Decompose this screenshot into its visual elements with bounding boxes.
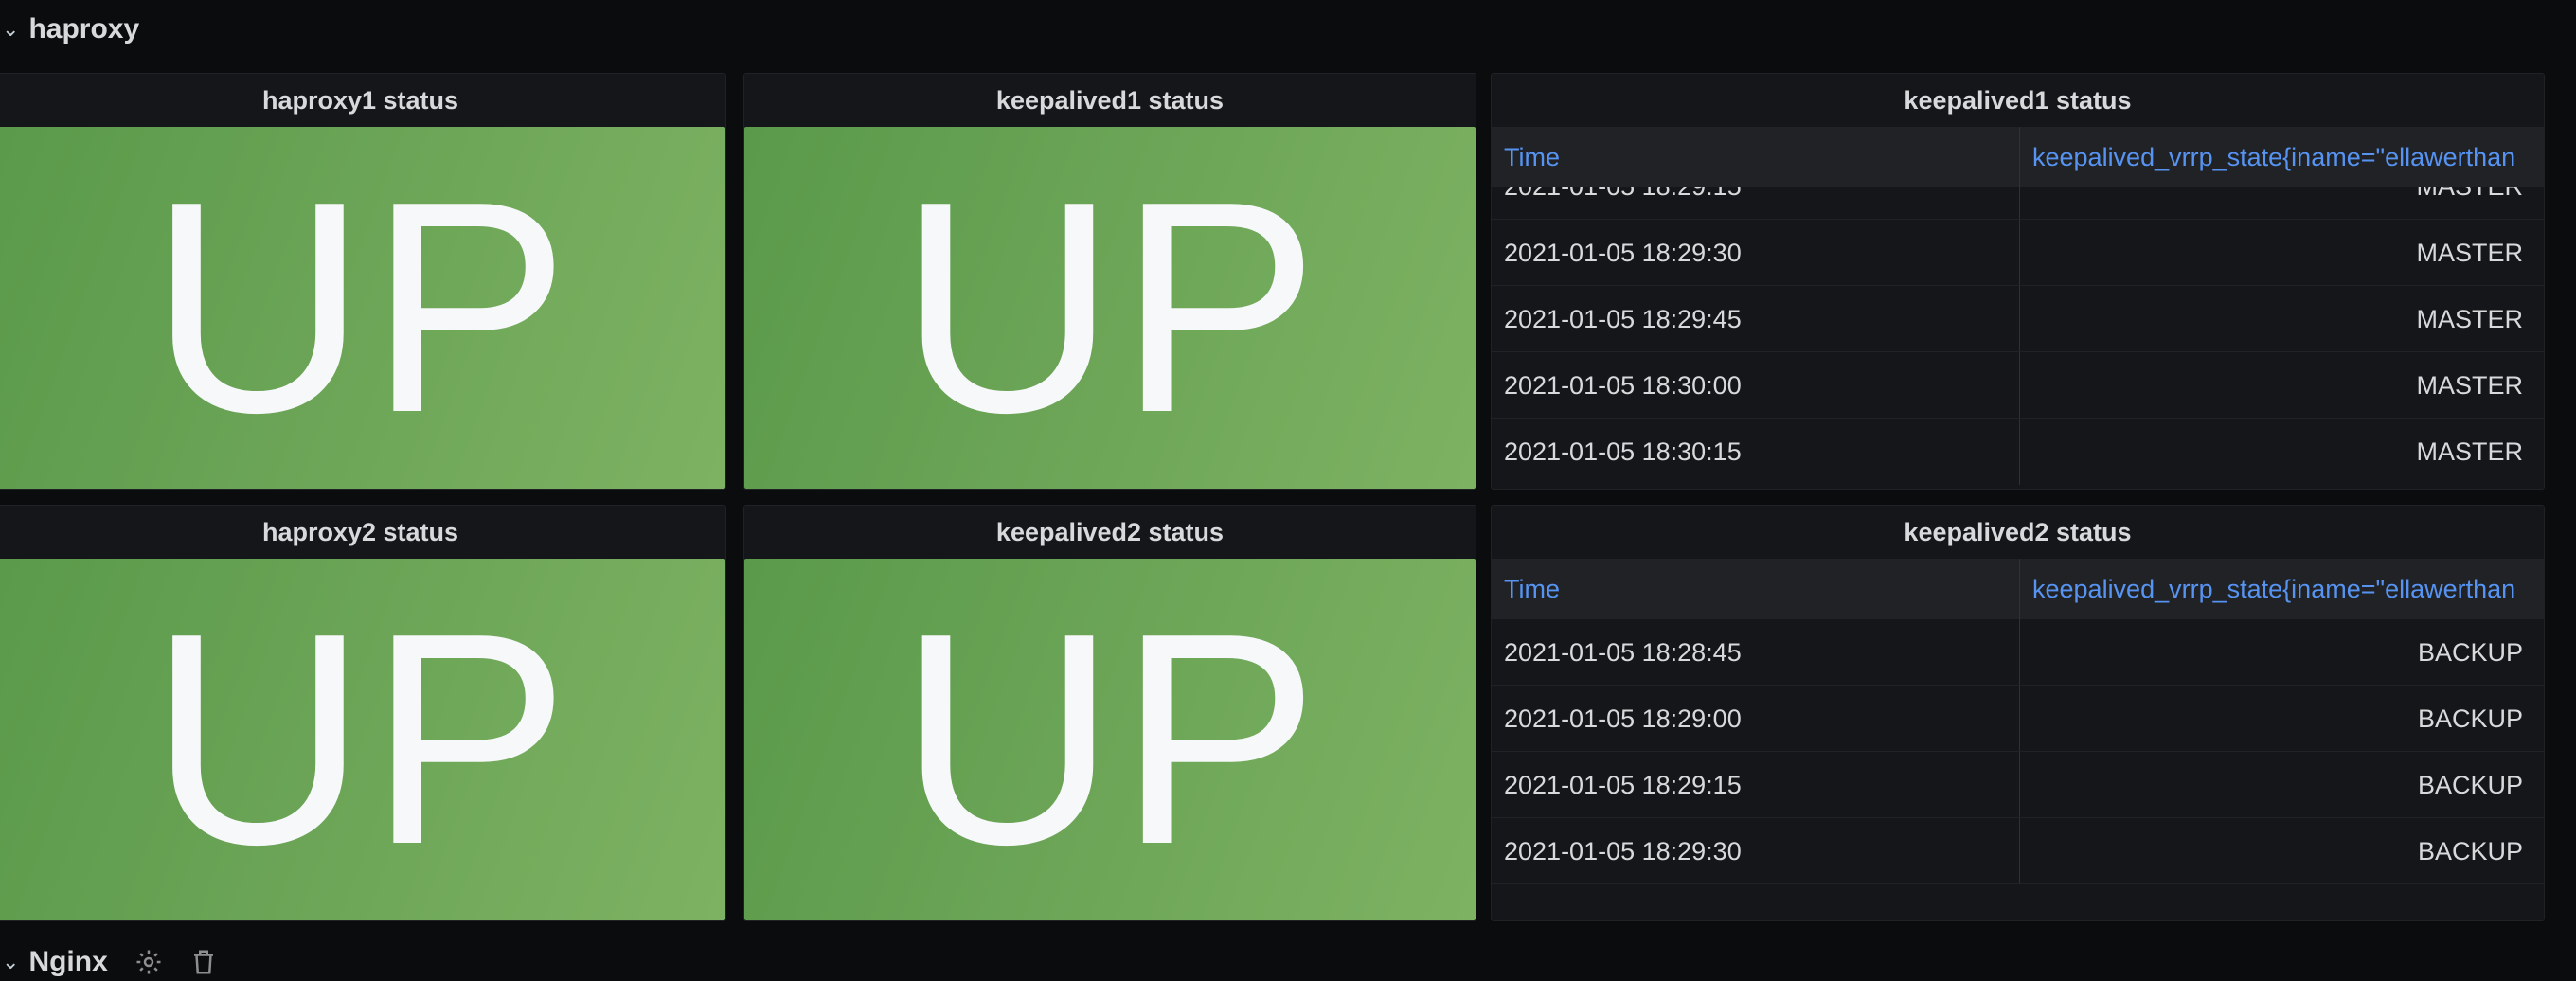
table-row: 2021-01-05 18:29:30 BACKUP: [1492, 818, 2544, 884]
cell-time: 2021-01-05 18:29:00: [1492, 686, 2020, 751]
stat-value: UP: [149, 139, 572, 475]
cell-state: MASTER: [2416, 371, 2523, 400]
table-row: 2021-01-05 18:29:30 MASTER: [1492, 220, 2544, 286]
stat-background: UP: [744, 559, 1476, 920]
cell-time: 2021-01-05 18:29:30: [1492, 818, 2020, 883]
stat-background: UP: [0, 559, 725, 920]
row-title: Nginx: [28, 946, 108, 977]
cell-time: 2021-01-05 18:29:30: [1492, 220, 2020, 285]
table-row: 2021-01-05 18:30:00 MASTER: [1492, 352, 2544, 419]
gear-icon[interactable]: [134, 948, 163, 976]
cell-time: 2021-01-05 18:29:45: [1492, 286, 2020, 351]
table-row: 2021-01-05 18:29:00 BACKUP: [1492, 686, 2544, 752]
column-header-vrrp-state[interactable]: keepalived_vrrp_state{iname="ellawerthan: [2020, 127, 2544, 187]
stat-value: UP: [899, 139, 1321, 475]
cell-state: BACKUP: [2417, 638, 2523, 667]
chevron-down-icon[interactable]: ⌄: [2, 17, 19, 42]
panel-title[interactable]: keepalived1 status: [744, 74, 1476, 127]
panel-title[interactable]: keepalived2 status: [744, 506, 1476, 559]
stat-background: UP: [744, 127, 1476, 489]
cell-state: BACKUP: [2417, 705, 2523, 733]
stat-panel-haproxy1[interactable]: haproxy1 status UP: [0, 73, 726, 490]
column-header-time[interactable]: Time: [1492, 559, 2020, 619]
column-header-time[interactable]: Time: [1492, 127, 2020, 187]
column-header-vrrp-state[interactable]: keepalived_vrrp_state{iname="ellawerthan: [2020, 559, 2544, 619]
cell-state: MASTER: [2416, 437, 2523, 466]
cell-time: 2021-01-05 18:29:15: [1492, 752, 2020, 817]
table-row: 2021-01-05 18:28:45 BACKUP: [1492, 619, 2544, 686]
cell-time: 2021-01-05 18:30:15: [1492, 419, 2020, 485]
cell-time: 2021-01-05 18:28:45: [1492, 619, 2020, 685]
data-table[interactable]: Time keepalived_vrrp_state{iname="ellawe…: [1492, 559, 2544, 920]
cell-state: BACKUP: [2417, 771, 2523, 799]
row-title: haproxy: [28, 13, 140, 45]
table-panel-keepalived1[interactable]: keepalived1 status Time keepalived_vrrp_…: [1491, 73, 2545, 490]
panel-title[interactable]: haproxy2 status: [0, 506, 725, 559]
stat-value: UP: [149, 571, 572, 907]
stat-value: UP: [899, 571, 1321, 907]
stat-panel-haproxy2[interactable]: haproxy2 status UP: [0, 505, 726, 921]
panel-title[interactable]: keepalived1 status: [1492, 74, 2544, 127]
stat-panel-keepalived2[interactable]: keepalived2 status UP: [743, 505, 1476, 921]
cell-time: 2021-01-05 18:30:00: [1492, 352, 2020, 418]
table-body[interactable]: 2021-01-05 18:29:15 MASTER 2021-01-05 18…: [1492, 153, 2544, 485]
stat-background: UP: [0, 127, 725, 489]
data-table[interactable]: Time keepalived_vrrp_state{iname="ellawe…: [1492, 127, 2544, 489]
trash-icon[interactable]: [189, 948, 218, 976]
panel-title[interactable]: haproxy1 status: [0, 74, 725, 127]
table-header: Time keepalived_vrrp_state{iname="ellawe…: [1492, 127, 2544, 187]
table-header: Time keepalived_vrrp_state{iname="ellawe…: [1492, 559, 2544, 619]
table-row: 2021-01-05 18:30:15 MASTER: [1492, 419, 2544, 485]
table-body[interactable]: 2021-01-05 18:28:45 BACKUP 2021-01-05 18…: [1492, 619, 2544, 884]
stat-panel-keepalived1[interactable]: keepalived1 status UP: [743, 73, 1476, 490]
table-panel-keepalived2[interactable]: keepalived2 status Time keepalived_vrrp_…: [1491, 505, 2545, 921]
table-row: 2021-01-05 18:29:45 MASTER: [1492, 286, 2544, 352]
chevron-down-icon[interactable]: ⌄: [2, 950, 19, 974]
cell-state: MASTER: [2416, 239, 2523, 267]
row-header-nginx[interactable]: ⌄ Nginx: [0, 943, 218, 981]
panel-title[interactable]: keepalived2 status: [1492, 506, 2544, 559]
row-header-haproxy[interactable]: ⌄ haproxy: [0, 10, 139, 48]
table-row: 2021-01-05 18:29:15 BACKUP: [1492, 752, 2544, 818]
cell-state: BACKUP: [2417, 837, 2523, 865]
cell-state: MASTER: [2416, 305, 2523, 333]
